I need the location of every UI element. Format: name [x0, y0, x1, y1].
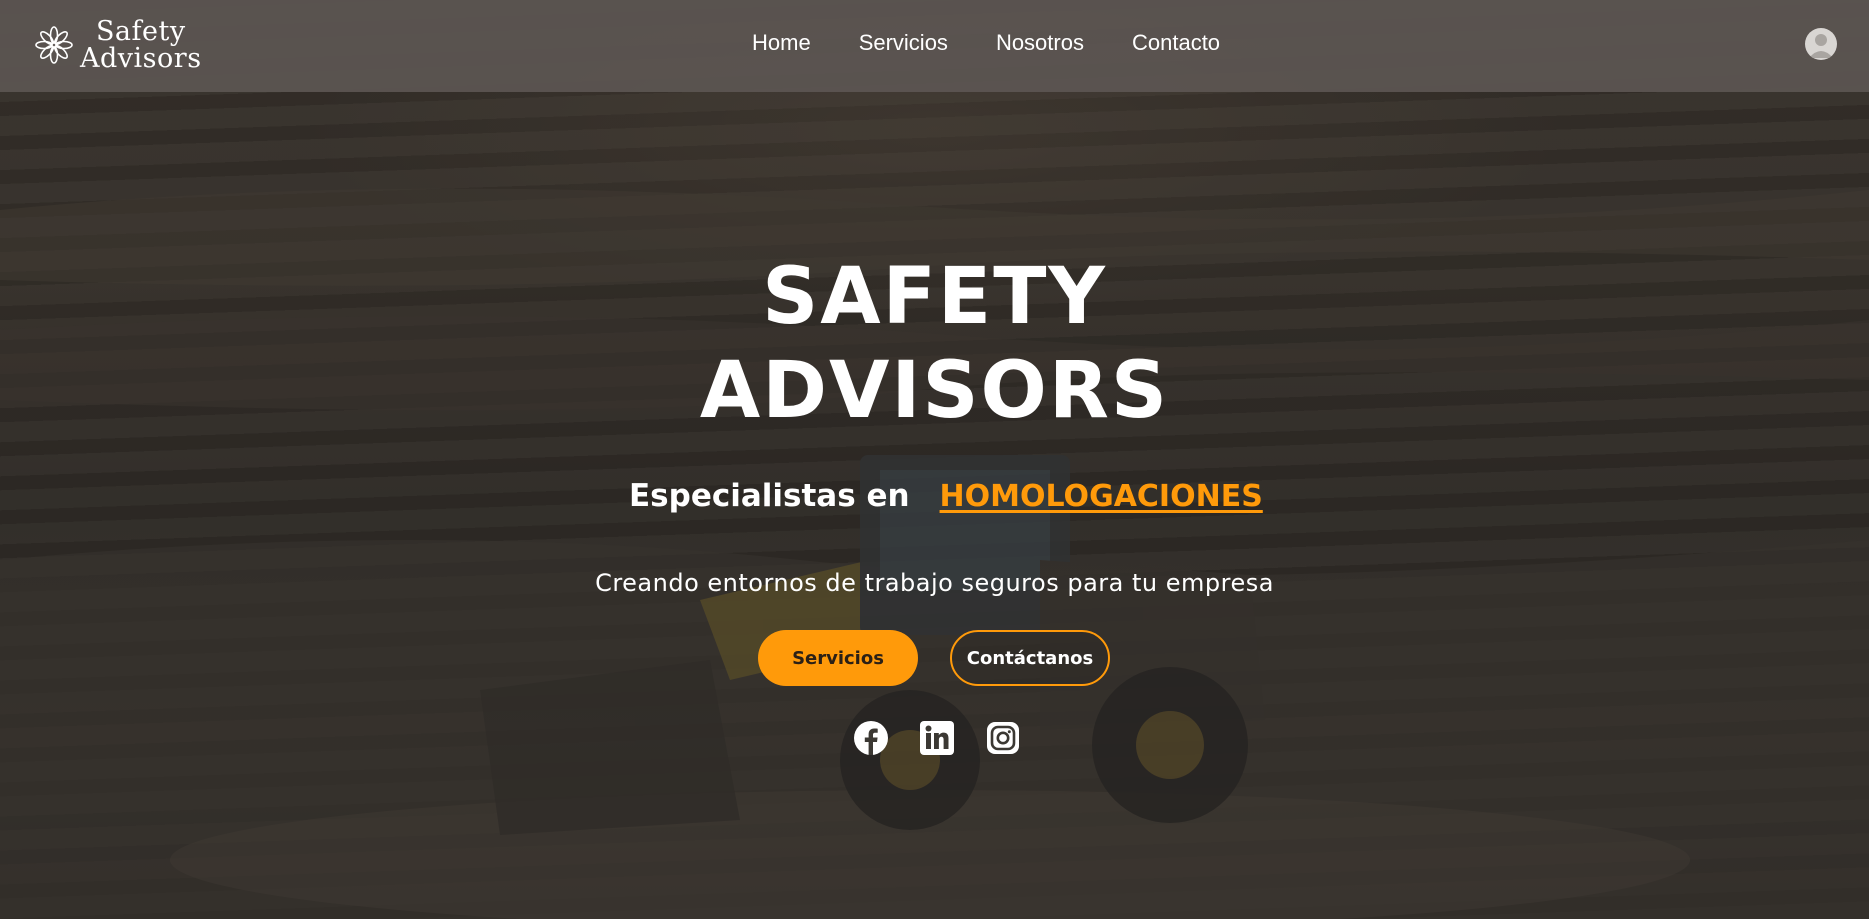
- nav-item-nosotros[interactable]: Nosotros: [996, 30, 1084, 56]
- site-header: Safety Advisors Home Servicios Nosotros …: [0, 0, 1869, 92]
- hero-overlay: [0, 0, 1869, 919]
- tagline-static-text: Especialistas en: [629, 478, 910, 514]
- user-avatar-icon: [1809, 34, 1833, 58]
- flower-logo-icon: [35, 26, 73, 64]
- servicios-button[interactable]: Servicios: [758, 630, 918, 686]
- linkedin-icon[interactable]: [919, 720, 955, 756]
- site-logo[interactable]: Safety Advisors: [34, 18, 202, 72]
- hero-tagline: Especialistas en HOMOLOGACIONES: [629, 478, 1263, 514]
- logo-line2: Advisors: [80, 43, 202, 74]
- user-avatar-button[interactable]: [1805, 28, 1837, 60]
- hero-subtitle: Creando entornos de trabajo seguros para…: [595, 569, 1274, 597]
- hero-title: SAFETY ADVISORS: [0, 250, 1869, 438]
- social-links: [853, 720, 1021, 756]
- hero-title-line2: ADVISORS: [699, 346, 1170, 436]
- tagline-highlight-link[interactable]: HOMOLOGACIONES: [940, 479, 1263, 514]
- nav-item-home[interactable]: Home: [752, 30, 811, 56]
- logo-line1: Safety: [95, 16, 186, 47]
- facebook-icon[interactable]: [853, 720, 889, 756]
- nav-item-contacto[interactable]: Contacto: [1132, 30, 1220, 56]
- contactanos-button[interactable]: Contáctanos: [950, 630, 1110, 686]
- instagram-icon[interactable]: [985, 720, 1021, 756]
- main-nav: Home Servicios Nosotros Contacto: [752, 30, 1220, 56]
- nav-item-servicios[interactable]: Servicios: [859, 30, 948, 56]
- hero-title-line1: SAFETY: [762, 252, 1107, 342]
- logo-wordmark: Safety Advisors: [80, 18, 202, 72]
